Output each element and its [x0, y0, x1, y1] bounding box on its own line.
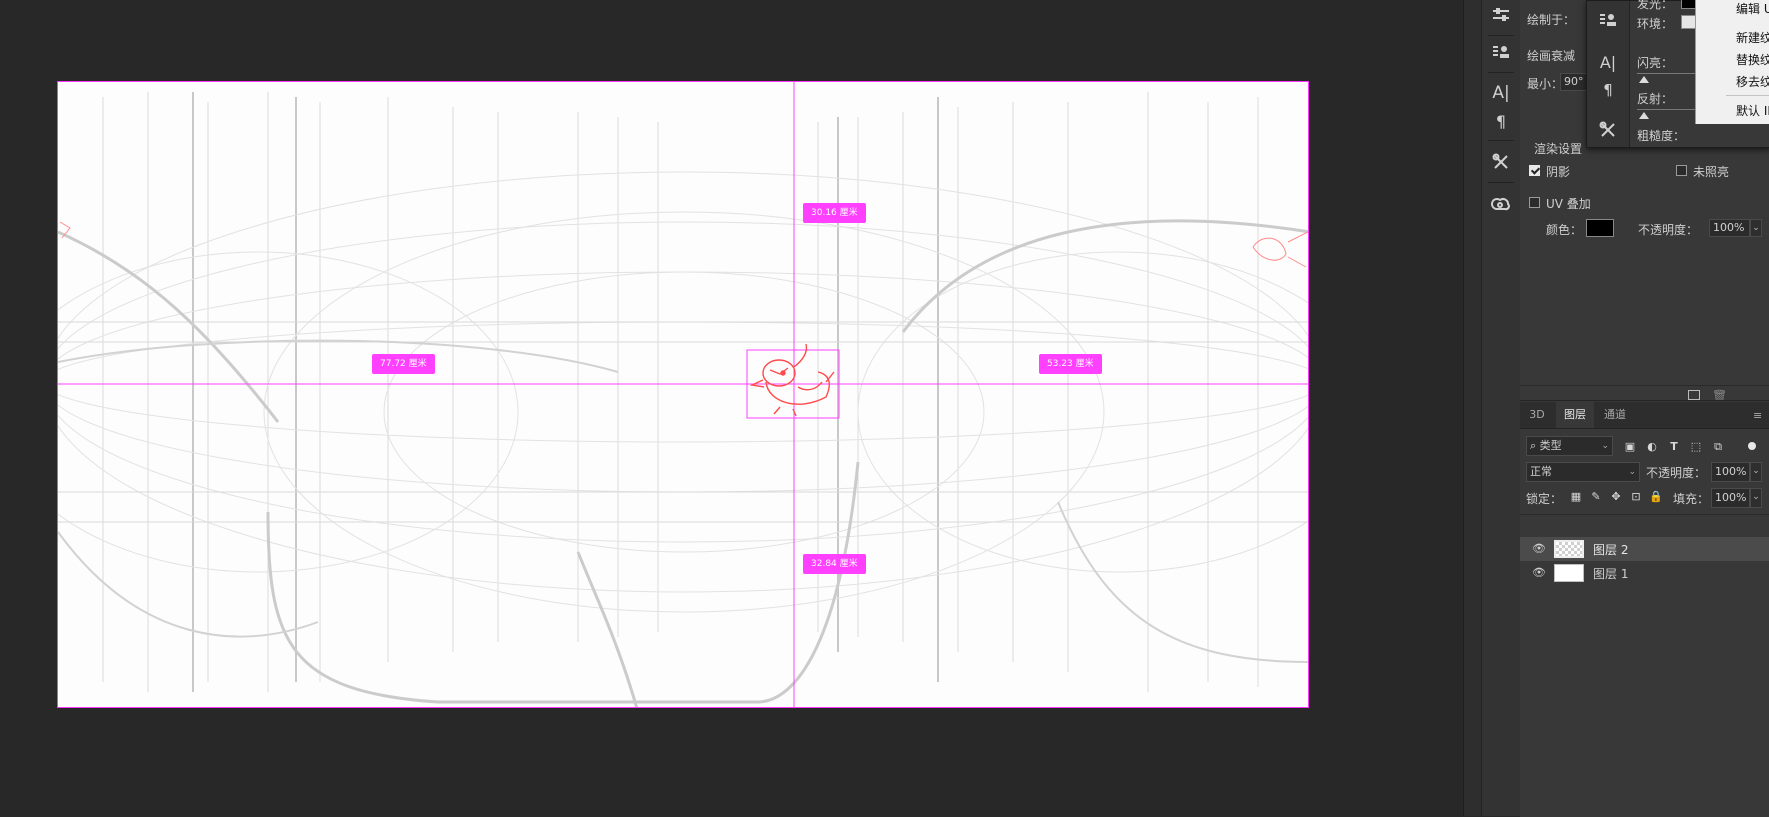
perspective-grid: [58, 82, 1308, 707]
guide-measure-left: 77.72 厘米: [372, 354, 435, 374]
layer-name[interactable]: 图层 2: [1593, 541, 1628, 558]
tab-layers[interactable]: 图层: [1556, 402, 1594, 428]
filter-type-icon[interactable]: T: [1667, 440, 1681, 454]
layer-filter-select[interactable]: ⌕ 类型 ⌄: [1526, 436, 1613, 456]
unlit-checkbox[interactable]: [1676, 165, 1687, 176]
lock-label: 锁定：: [1526, 492, 1563, 506]
uv-opacity-input[interactable]: 100%: [1709, 219, 1750, 237]
creative-cloud-icon[interactable]: [1482, 189, 1520, 219]
lock-move-icon[interactable]: ✥: [1609, 490, 1623, 504]
clone-source-icon[interactable]: [1587, 5, 1629, 35]
panel-menu-icon[interactable]: ≡: [1753, 409, 1762, 422]
filter-toggle-icon[interactable]: [1748, 442, 1756, 450]
visibility-eye-icon[interactable]: 👁: [1532, 567, 1546, 579]
properties-icon[interactable]: [1482, 0, 1520, 30]
ambient-label: 环境：: [1637, 17, 1674, 31]
flash-label: 闪亮：: [1637, 56, 1674, 70]
uv-color-swatch[interactable]: [1586, 219, 1614, 237]
glow-label: 发光：: [1637, 0, 1674, 11]
tools-icon[interactable]: [1587, 115, 1629, 145]
document-canvas[interactable]: 30.16 厘米 77.72 厘米 53.23 厘米 32.84 厘米: [57, 81, 1309, 708]
tool-separator: [1488, 182, 1514, 183]
panel-icon-strip: A| ¶: [1481, 0, 1521, 816]
chevron-down-icon[interactable]: ⌄: [1750, 488, 1762, 508]
min-falloff-input[interactable]: 90°: [1560, 73, 1588, 91]
uv-overlay-label: UV 叠加: [1546, 197, 1591, 211]
tab-3d[interactable]: 3D: [1520, 402, 1554, 428]
flash-slider-thumb[interactable]: [1639, 76, 1649, 83]
tool-separator: [1488, 140, 1514, 141]
filter-smart-object-icon[interactable]: ⧉: [1711, 440, 1725, 454]
guide-measure-bottom: 32.84 厘米: [803, 554, 866, 574]
layer-opacity-label: 不透明度：: [1646, 466, 1707, 480]
paragraph-icon[interactable]: ¶: [1482, 106, 1520, 136]
lock-brush-icon[interactable]: ✎: [1589, 490, 1603, 504]
character-icon[interactable]: A|: [1482, 78, 1520, 108]
blend-mode-value: 正常: [1530, 465, 1552, 478]
new-texture-icon[interactable]: [1688, 390, 1700, 400]
uv-overlay-checkbox[interactable]: [1529, 197, 1540, 208]
menu-divider: [1726, 95, 1769, 96]
fill-label: 填充：: [1673, 492, 1710, 506]
chevron-down-icon: ⌄: [1601, 441, 1609, 451]
panel-gutter: [1463, 0, 1482, 816]
layers-panel: 3D 图层 通道 ≡ ⌕ 类型 ⌄ ▣ ◐ T ⬚ ⧉ 正常 ⌄ 不透明度： 1…: [1520, 400, 1769, 817]
layer-thumbnail: [1554, 564, 1584, 582]
guide-measure-top: 30.16 厘米: [803, 203, 866, 223]
layer-row-layer-2[interactable]: 👁 图层 2: [1520, 537, 1769, 561]
chevron-down-icon[interactable]: ⌄: [1750, 219, 1762, 237]
tool-separator: [1488, 72, 1514, 73]
shadow-checkbox[interactable]: [1529, 165, 1540, 176]
blend-mode-select[interactable]: 正常 ⌄: [1526, 462, 1640, 482]
menu-item-replace-texture[interactable]: 替换纹: [1736, 51, 1769, 68]
bird-sketch: [749, 343, 835, 417]
layer-name[interactable]: 图层 1: [1593, 565, 1628, 582]
filter-pixel-icon[interactable]: ▣: [1623, 440, 1637, 454]
uv-opacity-label: 不透明度：: [1638, 223, 1699, 237]
character-icon[interactable]: A|: [1587, 47, 1629, 77]
draw-on-label: 绘制于：: [1527, 13, 1576, 27]
tool-separator: [1488, 35, 1514, 36]
chevron-down-icon: ⌄: [1628, 467, 1636, 477]
layer-filter-value: 类型: [1539, 439, 1562, 452]
paint-falloff-label: 绘画衰减: [1527, 49, 1576, 63]
search-icon: ⌕: [1530, 439, 1540, 452]
chevron-down-icon[interactable]: ⌄: [1750, 462, 1762, 482]
canvas-workspace[interactable]: 30.16 厘米 77.72 厘米 53.23 厘米 32.84 厘米: [0, 0, 1463, 816]
filter-shape-icon[interactable]: ⬚: [1689, 440, 1703, 454]
reflect-slider-thumb[interactable]: [1639, 112, 1649, 119]
lock-all-icon[interactable]: 🔒: [1649, 490, 1663, 504]
uv-color-label: 颜色：: [1546, 223, 1583, 237]
unlit-label: 未照亮: [1693, 165, 1730, 179]
clone-source-icon[interactable]: [1482, 37, 1520, 67]
paragraph-icon[interactable]: ¶: [1587, 75, 1629, 105]
layer-thumbnail: [1554, 540, 1584, 558]
flyout-tool-column: A| ¶: [1587, 1, 1630, 147]
menu-item-remove-texture[interactable]: 移去纹: [1736, 73, 1769, 90]
layers-tab-bar: 3D 图层 通道 ≡: [1520, 402, 1769, 429]
visibility-eye-icon[interactable]: 👁: [1532, 543, 1546, 555]
lock-transparent-icon[interactable]: ▦: [1569, 490, 1583, 504]
layer-opacity-input[interactable]: 100%: [1711, 462, 1750, 482]
fill-input[interactable]: 100%: [1711, 488, 1750, 508]
min-falloff-label: 最小：: [1527, 77, 1564, 91]
menu-item-new-texture[interactable]: 新建纹: [1736, 29, 1769, 46]
render-settings-label: 渲染设置: [1534, 142, 1583, 156]
guide-measure-right: 53.23 厘米: [1039, 354, 1102, 374]
shadow-label: 阴影: [1546, 165, 1571, 179]
texture-context-menu: 编辑 U 新建纹 替换纹 移去纹 默认 IB: [1695, 0, 1769, 124]
tools-icon[interactable]: [1482, 147, 1520, 177]
layer-row-layer-1[interactable]: 👁 图层 1: [1520, 561, 1769, 585]
filter-adjustment-icon[interactable]: ◐: [1645, 440, 1659, 454]
reflect-label: 反射：: [1637, 92, 1674, 106]
roughness-label: 粗糙度：: [1637, 129, 1686, 143]
menu-item-default-ibl[interactable]: 默认 IB: [1736, 102, 1769, 119]
tab-channels[interactable]: 通道: [1596, 402, 1634, 428]
lock-artboard-icon[interactable]: ⊡: [1629, 490, 1643, 504]
menu-item-edit-uv[interactable]: 编辑 U: [1736, 0, 1769, 17]
